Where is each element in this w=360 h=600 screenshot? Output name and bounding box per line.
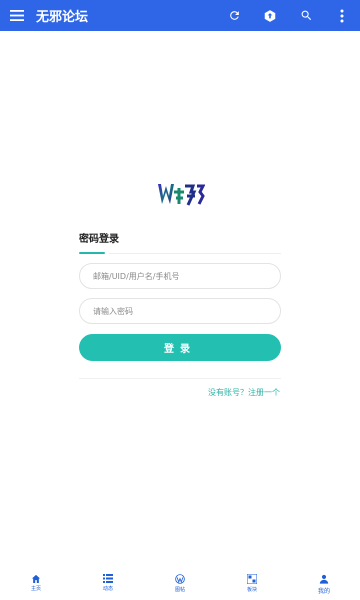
password-input[interactable] (93, 306, 280, 316)
nav-item-pictures[interactable]: 图帖 (144, 568, 216, 600)
menu-button[interactable] (0, 0, 34, 31)
more-vert-icon (340, 9, 344, 22)
dashboard-icon (247, 574, 257, 584)
more-button[interactable] (324, 0, 360, 31)
nav-item-home[interactable]: 主页 (0, 568, 72, 600)
app-title: 无邪论坛 (36, 10, 89, 25)
list-icon (103, 574, 113, 583)
divider (79, 378, 281, 379)
upload-button[interactable] (252, 0, 288, 31)
nav-label-pictures: 图帖 (174, 587, 185, 593)
home-icon (31, 574, 41, 583)
app-bar: 无邪论坛 (0, 0, 360, 31)
upload-icon (264, 9, 276, 22)
bottom-nav: 主页 动态 图帖 板块 我的 (0, 568, 360, 600)
password-field-wrapper (79, 298, 281, 324)
person-icon (319, 574, 329, 584)
register-link[interactable]: 没有账号？注册一个 (208, 387, 280, 398)
nav-label-feed: 动态 (102, 586, 113, 592)
nav-item-feed[interactable]: 动态 (72, 568, 144, 600)
nav-label-home: 主页 (30, 586, 41, 592)
login-button[interactable]: 登录 (79, 334, 281, 361)
account-input[interactable] (93, 271, 280, 281)
forum-logo (158, 184, 205, 206)
account-field-wrapper (79, 263, 281, 289)
search-button[interactable] (288, 0, 324, 31)
nav-label-boards: 板块 (246, 587, 257, 593)
tab-indicator (79, 252, 105, 254)
search-icon (301, 10, 311, 21)
tab-divider (109, 253, 281, 254)
nav-item-me[interactable]: 我的 (288, 568, 360, 600)
login-tabs: 密码登录 (79, 230, 281, 254)
refresh-button[interactable] (216, 0, 252, 31)
nav-item-boards[interactable]: 板块 (216, 568, 288, 600)
wordpress-icon (175, 574, 185, 584)
menu-icon (10, 10, 24, 21)
nav-label-me: 我的 (317, 588, 330, 595)
refresh-icon (229, 11, 239, 20)
tab-password-login[interactable]: 密码登录 (79, 230, 281, 245)
